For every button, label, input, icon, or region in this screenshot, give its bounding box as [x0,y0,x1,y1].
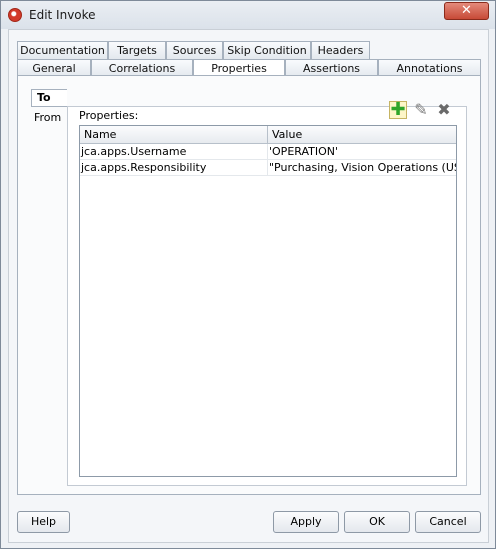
property-value-cell[interactable]: 'OPERATION' [268,144,456,160]
cancel-button[interactable]: Cancel [415,511,481,533]
edit-property-button[interactable]: ✎ [412,101,430,119]
cross-icon: ✖ [437,100,451,119]
edit-invoke-dialog: Edit Invoke ✕ Documentation Targets Sour… [0,0,496,549]
ok-button[interactable]: OK [344,511,410,533]
apply-button[interactable]: Apply [273,511,339,533]
close-button[interactable]: ✕ [444,2,489,20]
pencil-icon: ✎ [414,100,428,119]
table-row[interactable]: jca.apps.Username 'OPERATION' [80,144,456,160]
side-tab-from[interactable]: From [31,109,67,127]
tab-sources[interactable]: Sources [166,41,223,60]
title-bar[interactable]: Edit Invoke ✕ [1,1,495,29]
cancel-button-label: Cancel [429,515,467,528]
column-header-value[interactable]: Value [268,126,456,144]
property-value-cell[interactable]: "Purchasing, Vision Operations (USA)' [268,160,456,176]
tab-documentation[interactable]: Documentation [17,41,108,60]
properties-label: Properties: [79,109,139,122]
app-logo-icon [8,8,22,22]
table-header: Name Value [80,126,456,144]
delete-property-button[interactable]: ✖ [435,101,453,119]
window-title: Edit Invoke [29,8,96,22]
ok-button-label: OK [369,515,385,528]
tab-headers[interactable]: Headers [311,41,370,60]
property-name-cell[interactable]: jca.apps.Responsibility [80,160,268,176]
plus-icon: ✚ [390,99,406,120]
help-button[interactable]: Help [17,511,70,533]
apply-button-label: Apply [290,515,322,528]
column-header-name[interactable]: Name [80,126,268,144]
tab-skip-condition[interactable]: Skip Condition [223,41,311,60]
table-row[interactable]: jca.apps.Responsibility "Purchasing, Vis… [80,160,456,176]
properties-table: Name Value jca.apps.Username 'OPERATION'… [79,125,457,477]
add-property-button[interactable]: ✚ [389,101,407,119]
side-tab-to[interactable]: To [31,89,67,107]
tab-targets[interactable]: Targets [108,41,166,60]
help-button-label: Help [30,515,57,528]
property-name-cell[interactable]: jca.apps.Username [80,144,268,160]
